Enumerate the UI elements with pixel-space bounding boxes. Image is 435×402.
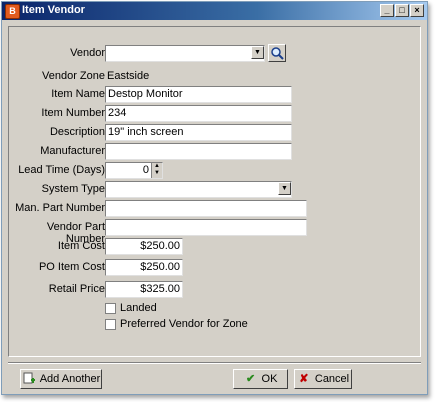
search-icon xyxy=(271,47,284,60)
chevron-down-icon[interactable]: ▼ xyxy=(278,182,291,195)
description-field[interactable]: 19" inch screen xyxy=(105,124,292,141)
lead-time-label: Lead Time (Days) xyxy=(18,164,105,176)
description-label: Description xyxy=(49,126,105,138)
ok-button[interactable]: ✔ OK xyxy=(233,369,288,389)
manufacturer-field[interactable] xyxy=(105,143,292,160)
add-another-label: Add Another xyxy=(39,373,101,385)
retail-price-label: Retail Price xyxy=(48,283,105,295)
lead-time-stepper[interactable]: 0 ▲ ▼ xyxy=(105,162,163,179)
add-document-icon xyxy=(22,370,36,388)
retail-price-field[interactable]: $325.00 xyxy=(105,281,183,298)
vendor-select[interactable]: ▼ xyxy=(105,45,265,62)
title-bar[interactable]: B Item Vendor _ □ × xyxy=(2,2,427,20)
chevron-down-icon[interactable]: ▼ xyxy=(251,46,264,59)
preferred-vendor-label: Preferred Vendor for Zone xyxy=(120,318,248,330)
add-another-button[interactable]: Add Another xyxy=(20,369,102,389)
po-item-cost-field[interactable]: $250.00 xyxy=(105,259,183,276)
item-name-label: Item Name xyxy=(51,88,105,100)
vendor-search-button[interactable] xyxy=(268,44,286,62)
item-number-label: Item Number xyxy=(41,107,105,119)
cancel-button[interactable]: ✘ Cancel xyxy=(294,369,352,389)
checkmark-icon: ✔ xyxy=(245,373,256,385)
vendor-zone-label: Vendor Zone xyxy=(42,70,105,82)
landed-label: Landed xyxy=(120,302,157,314)
item-name-field[interactable]: Destop Monitor xyxy=(105,86,292,103)
lead-time-value: 0 xyxy=(142,164,149,176)
system-type-label: System Type xyxy=(41,183,105,195)
vendor-zone-value: Eastside xyxy=(107,70,150,82)
item-vendor-window: B Item Vendor _ □ × Vendor ▼ Vendor Zone… xyxy=(1,1,428,395)
cancel-label: Cancel xyxy=(314,373,350,385)
po-item-cost-label: PO Item Cost xyxy=(38,261,105,273)
man-part-number-field[interactable] xyxy=(105,200,307,217)
button-bar-divider xyxy=(8,362,421,364)
vendor-part-number-field[interactable] xyxy=(105,219,307,236)
item-number-field[interactable]: 234 xyxy=(105,105,292,122)
manufacturer-label: Manufacturer xyxy=(40,145,105,157)
ok-label: OK xyxy=(261,373,278,385)
man-part-number-label: Man. Part Number xyxy=(15,202,105,214)
close-icon: ✘ xyxy=(299,373,309,385)
minimize-button[interactable]: _ xyxy=(380,4,394,17)
landed-checkbox[interactable] xyxy=(105,303,116,314)
item-cost-label: Item Cost xyxy=(57,240,105,252)
spin-arrows-icon[interactable]: ▲ ▼ xyxy=(151,163,162,178)
item-cost-field[interactable]: $250.00 xyxy=(105,238,183,255)
maximize-button[interactable]: □ xyxy=(395,4,409,17)
window-title: Item Vendor xyxy=(22,4,85,16)
close-button[interactable]: × xyxy=(410,4,424,17)
vendor-label: Vendor xyxy=(70,47,105,59)
system-type-select[interactable]: ▼ xyxy=(105,181,292,198)
preferred-vendor-checkbox[interactable] xyxy=(105,319,116,330)
form-panel: Vendor ▼ Vendor Zone Eastside Item Name … xyxy=(8,26,421,357)
app-icon: B xyxy=(5,4,20,19)
